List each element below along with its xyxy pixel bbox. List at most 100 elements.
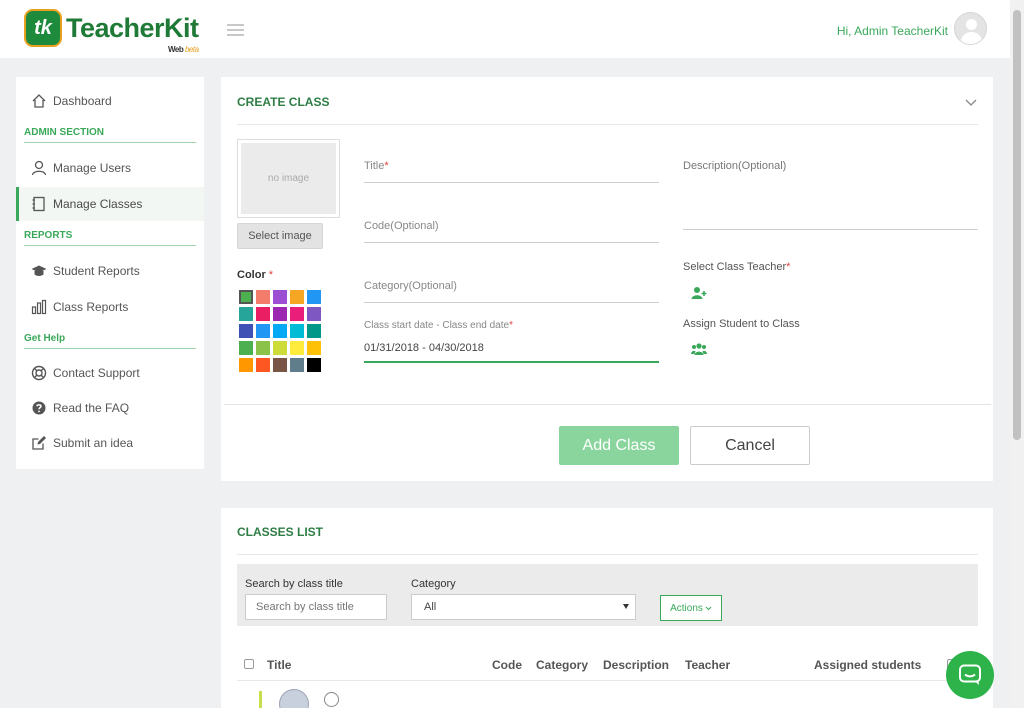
color-swatch[interactable] xyxy=(256,324,270,338)
chat-support-button[interactable] xyxy=(946,651,994,699)
cancel-button[interactable]: Cancel xyxy=(690,426,810,465)
notebook-icon xyxy=(30,196,48,212)
color-label: Color * xyxy=(237,269,273,281)
sidebar-item-label: Contact Support xyxy=(53,366,140,380)
add-user-icon[interactable] xyxy=(691,286,707,300)
logo-web-label: Web xyxy=(167,44,184,54)
sidebar-item-submit-idea[interactable]: Submit an idea xyxy=(16,426,204,460)
column-header-teacher[interactable]: Teacher xyxy=(685,658,730,672)
teacherkit-logo[interactable]: tk TeacherKit Web beta xyxy=(24,8,199,53)
color-swatch[interactable] xyxy=(239,324,253,338)
date-range-field[interactable]: Class start date - Class end date* 01/31… xyxy=(364,316,659,363)
chat-icon xyxy=(959,664,981,685)
color-swatch[interactable] xyxy=(239,307,253,321)
color-swatch[interactable] xyxy=(256,307,270,321)
column-header-code[interactable]: Code xyxy=(492,658,522,672)
color-swatch[interactable] xyxy=(239,341,253,355)
color-swatch[interactable] xyxy=(256,290,270,304)
color-swatch[interactable] xyxy=(239,358,253,372)
column-header-assigned-students[interactable]: Assigned students xyxy=(814,658,921,672)
color-swatch[interactable] xyxy=(290,324,304,338)
column-header-description[interactable]: Description xyxy=(603,658,669,672)
sidebar-item-manage-users[interactable]: Manage Users xyxy=(16,151,204,185)
sidebar-item-dashboard[interactable]: Dashboard xyxy=(16,84,204,118)
required-mark: * xyxy=(786,261,791,273)
class-thumbnail[interactable] xyxy=(279,689,309,708)
title-field-label: Title* xyxy=(364,160,389,172)
add-class-button[interactable]: Add Class xyxy=(559,426,679,465)
users-group-icon[interactable] xyxy=(691,342,707,356)
color-swatch[interactable] xyxy=(273,341,287,355)
color-swatch[interactable] xyxy=(290,358,304,372)
scrollbar-thumb[interactable] xyxy=(1013,10,1021,440)
sidebar-item-label: Manage Users xyxy=(53,161,132,175)
color-swatch[interactable] xyxy=(290,290,304,304)
page-scrollbar[interactable] xyxy=(1010,0,1024,708)
description-field[interactable]: Description(Optional) xyxy=(683,156,978,230)
required-mark: * xyxy=(384,160,389,172)
logo-beta-label: beta xyxy=(184,44,199,54)
color-swatch[interactable] xyxy=(256,341,270,355)
sidebar-item-label: Class Reports xyxy=(53,300,129,314)
select-teacher-label-text: Select Class Teacher xyxy=(683,261,787,273)
color-swatch-grid xyxy=(239,290,325,372)
logo-subtitle: Web beta xyxy=(167,44,199,54)
select-all-checkbox[interactable] xyxy=(244,659,254,669)
code-field-label: Code(Optional) xyxy=(364,220,439,232)
search-input[interactable] xyxy=(245,594,387,620)
color-label-text: Color xyxy=(237,269,266,281)
color-swatch[interactable] xyxy=(290,307,304,321)
category-field[interactable]: Category(Optional) xyxy=(364,277,659,303)
actions-button-label: Actions xyxy=(670,602,703,614)
actions-dropdown-button[interactable]: Actions xyxy=(660,595,722,621)
assign-student-label: Assign Student to Class xyxy=(683,318,800,330)
sidebar-item-label: Dashboard xyxy=(53,94,112,108)
select-image-button[interactable]: Select image xyxy=(237,223,323,249)
admin-section-heading: ADMIN SECTION xyxy=(24,127,196,143)
hamburger-menu-icon[interactable] xyxy=(227,24,244,36)
color-swatch[interactable] xyxy=(307,307,321,321)
color-swatch[interactable] xyxy=(273,290,287,304)
class-image-preview: no image xyxy=(237,139,340,218)
code-field[interactable]: Code(Optional) xyxy=(364,217,659,243)
color-swatch[interactable] xyxy=(256,358,270,372)
bar-chart-icon xyxy=(30,299,48,315)
sidebar-item-label: Manage Classes xyxy=(53,197,143,211)
sidebar-item-label: Submit an idea xyxy=(53,436,134,450)
required-mark: * xyxy=(268,269,274,281)
divider xyxy=(237,124,978,125)
sidebar-item-class-reports[interactable]: Class Reports xyxy=(16,290,204,324)
sidebar-item-student-reports[interactable]: Student Reports xyxy=(16,254,204,288)
avatar[interactable] xyxy=(954,12,987,45)
color-swatch[interactable] xyxy=(307,324,321,338)
color-swatch[interactable] xyxy=(273,324,287,338)
sidebar-item-manage-classes[interactable]: Manage Classes xyxy=(16,187,204,221)
category-select[interactable]: All xyxy=(411,594,636,620)
color-swatch[interactable] xyxy=(307,290,321,304)
table-row-divider xyxy=(237,680,978,681)
divider xyxy=(224,404,991,405)
color-swatch[interactable] xyxy=(307,341,321,355)
select-teacher-label: Select Class Teacher* xyxy=(683,261,790,273)
sidebar-item-label: Read the FAQ xyxy=(53,401,130,415)
category-select-value: All xyxy=(424,601,437,613)
column-header-category[interactable]: Category xyxy=(536,658,588,672)
color-swatch[interactable] xyxy=(307,358,321,372)
chevron-down-icon xyxy=(705,606,712,610)
color-swatch[interactable] xyxy=(273,358,287,372)
column-header-title[interactable]: Title xyxy=(267,658,291,672)
user-greeting[interactable]: Hi, Admin TeacherKit xyxy=(837,24,948,38)
edit-icon xyxy=(30,435,48,451)
sidebar-item-read-faq[interactable]: Read the FAQ xyxy=(16,391,204,425)
title-field[interactable]: Title* xyxy=(364,157,659,183)
get-help-section-heading: Get Help xyxy=(24,333,196,349)
color-swatch[interactable] xyxy=(239,290,253,304)
date-range-label-text: Class start date - Class end date xyxy=(364,320,510,331)
user-icon xyxy=(30,160,48,176)
sidebar-item-contact-support[interactable]: Contact Support xyxy=(16,356,204,390)
color-swatch[interactable] xyxy=(273,307,287,321)
create-class-panel: CREATE CLASS no image Select image Color… xyxy=(221,77,993,481)
color-swatch[interactable] xyxy=(290,341,304,355)
chevron-down-icon[interactable] xyxy=(965,99,977,107)
reports-section-heading: REPORTS xyxy=(24,230,196,246)
